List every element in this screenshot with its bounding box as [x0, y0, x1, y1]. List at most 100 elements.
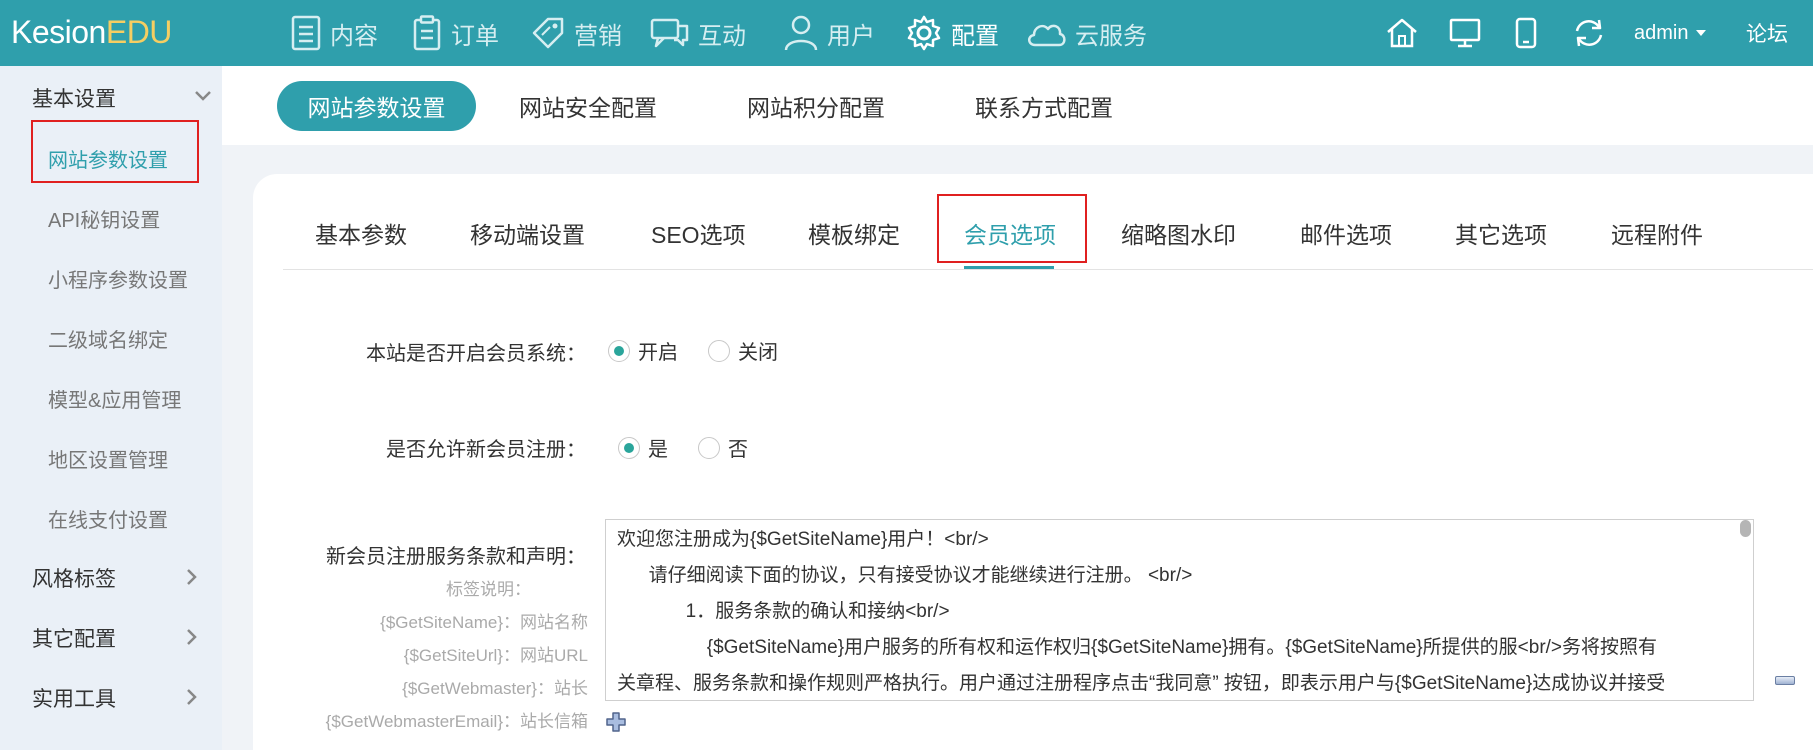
nav-content-label: 内容 — [330, 22, 378, 50]
subtab-basic[interactable]: 基本参数 — [315, 208, 407, 258]
sidebar-item-site-params[interactable]: 网站参数设置 — [48, 138, 168, 178]
terms-textarea[interactable]: 欢迎您注册成为{$GetSiteName}用户！<br/> 请仔细阅读下面的协议… — [605, 519, 1754, 701]
refresh-button[interactable] — [1572, 0, 1606, 66]
sidebar-group-tools[interactable]: 实用工具 — [32, 678, 212, 718]
tag-icon — [532, 17, 564, 49]
subtab-watermark[interactable]: 缩略图水印 — [1121, 208, 1236, 258]
nav-users[interactable]: 用户 — [783, 0, 875, 66]
subtab-label: 移动端设置 — [470, 222, 585, 248]
radio-member-system-off[interactable] — [708, 339, 730, 362]
sidebar-item-label: 在线支付设置 — [48, 509, 168, 532]
sidebar-item-miniapp[interactable]: 小程序参数设置 — [48, 258, 188, 298]
divider — [283, 269, 1813, 270]
subtab-seo[interactable]: SEO选项 — [651, 208, 746, 258]
tab-label: 网站安全配置 — [519, 95, 657, 121]
sidebar-item-subdomain[interactable]: 二级域名绑定 — [48, 318, 168, 358]
textarea-line: 请仔细阅读下面的协议，只有接受协议才能继续进行注册。 <br/> — [617, 565, 1193, 586]
document-icon — [291, 15, 321, 51]
top-navbar: KesionEDU 内容 订单 营销 互动 用户 配置 云服务 admin 论坛 — [0, 0, 1813, 66]
radio-label[interactable]: 否 — [728, 433, 748, 462]
radio-member-system-on[interactable] — [608, 339, 630, 362]
sidebar-group-label: 风格标签 — [32, 568, 116, 591]
user-menu-label: admin — [1634, 21, 1689, 44]
subtab-label: SEO选项 — [651, 222, 746, 248]
sidebar-item-label: 小程序参数设置 — [48, 269, 188, 292]
desktop-view-button[interactable] — [1449, 0, 1481, 66]
subtab-other[interactable]: 其它选项 — [1455, 208, 1547, 258]
chevron-down-icon — [195, 91, 211, 101]
expand-textarea-button[interactable] — [605, 711, 627, 738]
home-icon — [1387, 18, 1417, 48]
tab-site-security[interactable]: 网站安全配置 — [506, 81, 670, 131]
tab-site-points[interactable]: 网站积分配置 — [734, 81, 898, 131]
radio-allow-register-yes[interactable] — [618, 436, 640, 459]
nav-interaction[interactable]: 互动 — [650, 0, 746, 66]
subtab-remote-attach[interactable]: 远程附件 — [1611, 208, 1703, 258]
subtab-mobile[interactable]: 移动端设置 — [470, 208, 585, 258]
sidebar-item-api-key[interactable]: API秘钥设置 — [48, 198, 160, 238]
tag-hint: {$GetWebmasterEmail}：站长信箱 — [325, 712, 588, 731]
subtab-label: 其它选项 — [1455, 222, 1547, 248]
sidebar-group-label: 基本设置 — [32, 88, 116, 111]
nav-orders-label: 订单 — [451, 22, 499, 50]
forum-link[interactable]: 论坛 — [1746, 0, 1788, 66]
tag-hint: {$GetSiteName}：网站名称 — [380, 613, 588, 632]
terms-label: 新会员注册服务条款和声明： — [326, 546, 586, 568]
clipboard-icon — [413, 15, 441, 51]
nav-cloud-label: 云服务 — [1075, 22, 1147, 50]
radio-label[interactable]: 关闭 — [738, 336, 778, 365]
shrink-textarea-button[interactable] — [1775, 676, 1795, 685]
home-button[interactable] — [1385, 0, 1419, 66]
user-icon — [784, 15, 818, 51]
scrollbar-thumb[interactable] — [1740, 520, 1751, 537]
mobile-icon — [1515, 17, 1537, 49]
tag-hint: 标签说明： — [446, 580, 531, 599]
user-menu[interactable]: admin — [1634, 0, 1707, 66]
sidebar-group-other-config[interactable]: 其它配置 — [32, 618, 212, 658]
nav-config[interactable]: 配置 — [905, 0, 999, 66]
sidebar-item-regions[interactable]: 地区设置管理 — [48, 438, 168, 478]
radio-label[interactable]: 开启 — [638, 336, 678, 365]
tag-hint: {$GetSiteUrl}：网站URL — [403, 646, 588, 665]
nav-marketing[interactable]: 营销 — [530, 0, 622, 66]
textarea-line: 关章程、服务条款和操作规则严格执行。用户通过注册程序点击“我同意” 按钮，即表示… — [617, 673, 1666, 694]
nav-users-label: 用户 — [827, 22, 875, 50]
subtab-template[interactable]: 模板绑定 — [808, 208, 900, 258]
chevron-right-icon — [187, 689, 197, 705]
sidebar-group-style-tags[interactable]: 风格标签 — [32, 558, 212, 598]
sidebar-group-label: 实用工具 — [32, 688, 116, 711]
subtab-mail[interactable]: 邮件选项 — [1300, 208, 1392, 258]
chevron-down-icon — [1696, 30, 1707, 36]
sidebar-item-payment[interactable]: 在线支付设置 — [48, 498, 168, 538]
nav-config-label: 配置 — [951, 22, 999, 50]
gear-icon — [907, 15, 941, 51]
sidebar-group-basic[interactable]: 基本设置 — [32, 78, 212, 118]
radio-allow-register-no[interactable] — [698, 436, 720, 459]
mobile-view-button[interactable] — [1515, 0, 1537, 66]
sidebar-item-label: 二级域名绑定 — [48, 329, 168, 352]
tab-site-params[interactable]: 网站参数设置 — [277, 81, 476, 131]
logo: KesionEDU — [11, 14, 172, 50]
top-tab-bar: 网站参数设置 网站安全配置 网站积分配置 联系方式配置 — [222, 66, 1813, 145]
nav-content[interactable]: 内容 — [290, 0, 378, 66]
member-system-radio-group: 开启 关闭 — [608, 336, 808, 365]
nav-orders[interactable]: 订单 — [411, 0, 499, 66]
sidebar-item-models[interactable]: 模型&应用管理 — [48, 378, 181, 418]
tab-label: 联系方式配置 — [975, 95, 1113, 121]
tab-contact[interactable]: 联系方式配置 — [962, 81, 1126, 131]
nav-cloud[interactable]: 云服务 — [1025, 0, 1147, 66]
subtab-label: 缩略图水印 — [1121, 222, 1236, 248]
textarea-line: {$GetSiteName}用户服务的所有权和运作权归{$GetSiteName… — [617, 637, 1658, 658]
desktop-icon — [1449, 18, 1481, 48]
tab-label: 网站参数设置 — [307, 95, 446, 121]
radio-label[interactable]: 是 — [648, 433, 668, 462]
textarea-line: 欢迎您注册成为{$GetSiteName}用户！<br/> — [617, 529, 989, 550]
member-system-label: 本站是否开启会员系统： — [366, 343, 586, 365]
cloud-icon — [1028, 24, 1066, 47]
sidebar-item-label: 地区设置管理 — [48, 449, 168, 472]
tag-hint: {$GetWebmaster}：站长 — [402, 679, 588, 698]
tab-label: 网站积分配置 — [747, 95, 885, 121]
allow-register-radio-group: 是 否 — [618, 433, 778, 462]
sidebar-group-label: 其它配置 — [32, 628, 116, 651]
sidebar-item-label: 网站参数设置 — [48, 149, 168, 172]
